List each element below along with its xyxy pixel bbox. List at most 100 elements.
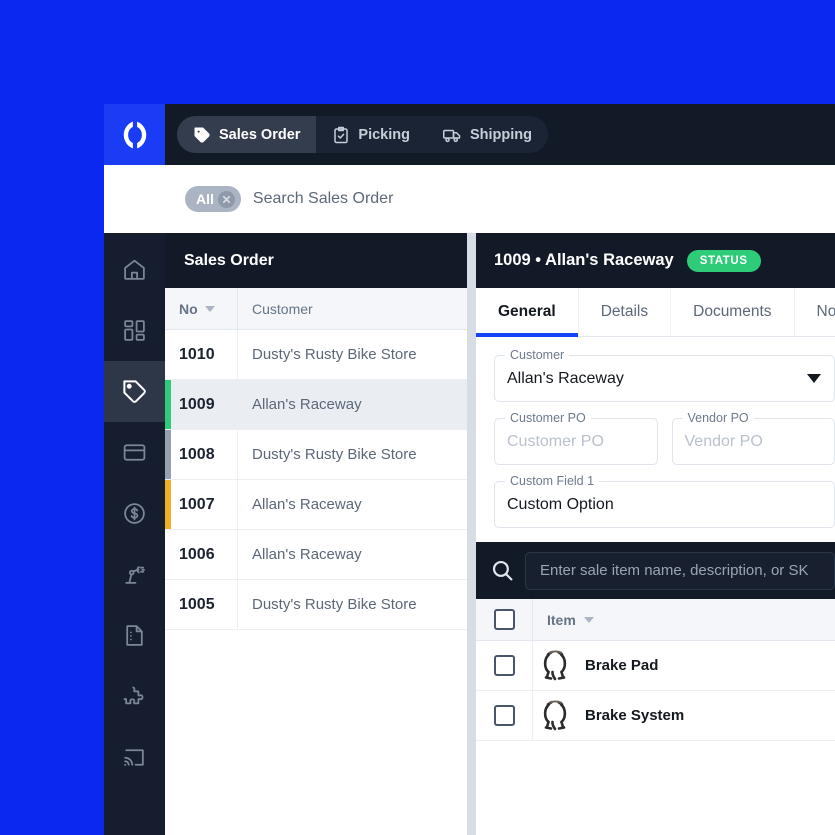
tag-icon bbox=[123, 380, 146, 403]
row-status-flag bbox=[165, 380, 171, 429]
close-icon[interactable] bbox=[217, 190, 235, 208]
item-search-bar: Enter sale item name, description, or SK bbox=[476, 542, 835, 599]
row-checkbox[interactable] bbox=[476, 705, 532, 726]
robot-arm-icon bbox=[125, 566, 145, 584]
search-icon[interactable] bbox=[490, 558, 515, 583]
truck-icon bbox=[443, 129, 461, 142]
screen: Sales Order Picking Shipping All Search … bbox=[0, 0, 835, 835]
sidebar-item-dashboard[interactable] bbox=[104, 300, 165, 361]
tab-sales-order-label: Sales Order bbox=[219, 126, 301, 143]
puzzle-icon bbox=[123, 686, 144, 705]
sidebar-item-cast[interactable] bbox=[104, 727, 165, 788]
dollar-circle-icon bbox=[124, 503, 145, 524]
customer-field-value: Allan's Raceway bbox=[507, 369, 624, 387]
chevron-down-icon bbox=[204, 305, 215, 312]
tab-shipping-label: Shipping bbox=[470, 126, 533, 143]
select-all-checkbox[interactable] bbox=[476, 609, 532, 630]
chevron-down-icon bbox=[583, 616, 594, 623]
row-order-number: 1007 bbox=[179, 495, 215, 513]
app-logo[interactable] bbox=[104, 104, 165, 165]
status-badge: STATUS bbox=[686, 249, 761, 272]
list-pane-title: Sales Order bbox=[165, 233, 467, 288]
tab-documents[interactable]: Documents bbox=[671, 288, 795, 336]
item-search-input[interactable]: Enter sale item name, description, or SK bbox=[525, 551, 835, 590]
sidebar-item-documents[interactable] bbox=[104, 605, 165, 666]
tab-label: Documents bbox=[693, 303, 772, 320]
sidebar-item-home[interactable] bbox=[104, 239, 165, 300]
sidebar-item-finance[interactable] bbox=[104, 483, 165, 544]
dashboard-grid-icon bbox=[124, 320, 145, 341]
search-input[interactable]: All Search Sales Order bbox=[175, 165, 835, 233]
logo-icon bbox=[123, 121, 146, 148]
tab-label: General bbox=[498, 303, 556, 320]
column-header-no[interactable]: No bbox=[165, 301, 237, 317]
tab-sales-order[interactable]: Sales Order bbox=[177, 116, 317, 153]
detail-header: 1009 • Allan's Raceway STATUS bbox=[476, 233, 835, 288]
item-name: Brake Pad bbox=[585, 657, 659, 674]
table-row[interactable]: 1007 Allan's Raceway bbox=[165, 480, 467, 530]
clipboard-check-icon bbox=[334, 126, 349, 143]
table-row[interactable]: 1008 Dusty's Rusty Bike Store bbox=[165, 430, 467, 480]
row-item-cell: Brake System bbox=[532, 691, 835, 740]
item-search-placeholder: Enter sale item name, description, or SK bbox=[540, 562, 809, 579]
column-header-customer[interactable]: Customer bbox=[237, 288, 313, 329]
row-customer-name: Allan's Raceway bbox=[237, 530, 467, 579]
tab-general[interactable]: General bbox=[476, 288, 579, 337]
row-customer-name: Dusty's Rusty Bike Store bbox=[237, 580, 467, 629]
column-header-item-label: Item bbox=[547, 611, 576, 628]
sidebar-item-integrations[interactable] bbox=[104, 666, 165, 727]
row-customer-name: Allan's Raceway bbox=[237, 380, 467, 429]
item-name: Brake System bbox=[585, 707, 685, 724]
vendor-po-field-label: Vendor PO bbox=[682, 411, 754, 425]
search-filter-chip[interactable]: All bbox=[185, 186, 241, 212]
cast-icon bbox=[124, 749, 144, 766]
tab-shipping[interactable]: Shipping bbox=[426, 116, 548, 153]
tab-label: Details bbox=[600, 303, 649, 320]
sidebar-item-sales[interactable] bbox=[104, 361, 165, 422]
tab-picking[interactable]: Picking bbox=[316, 116, 426, 153]
custom-field-1[interactable]: Custom Field 1 Custom Option bbox=[494, 474, 835, 528]
tab-notes[interactable]: Notes bbox=[795, 288, 835, 336]
customer-field[interactable]: Customer Allan's Raceway bbox=[494, 348, 835, 402]
top-bar: Sales Order Picking Shipping bbox=[104, 104, 835, 165]
credit-card-icon bbox=[123, 444, 146, 461]
detail-header-title: 1009 • Allan's Raceway bbox=[494, 251, 674, 269]
table-row[interactable]: 1005 Dusty's Rusty Bike Store bbox=[165, 580, 467, 630]
vendor-po-field[interactable]: Vendor PO Vendor PO bbox=[671, 411, 835, 465]
list-column-header: No Customer bbox=[165, 288, 467, 330]
checkbox-glyph bbox=[493, 655, 515, 676]
column-header-item[interactable]: Item bbox=[532, 599, 835, 640]
detail-tab-bar: General Details Documents Notes bbox=[476, 288, 835, 337]
table-row[interactable]: 1009 Allan's Raceway bbox=[165, 380, 467, 430]
customer-po-field[interactable]: Customer PO Customer PO bbox=[494, 411, 658, 465]
table-row[interactable]: Brake Pad bbox=[476, 641, 835, 691]
row-customer-name: Dusty's Rusty Bike Store bbox=[237, 330, 467, 379]
table-row[interactable]: 1010 Dusty's Rusty Bike Store bbox=[165, 330, 467, 380]
row-order-number: 1006 bbox=[179, 545, 215, 563]
search-filter-chip-label: All bbox=[196, 191, 214, 207]
customer-po-field-placeholder: Customer PO bbox=[507, 432, 604, 450]
checkbox-glyph bbox=[493, 609, 515, 630]
sales-order-list: 1010 Dusty's Rusty Bike Store 1009 Allan's … bbox=[165, 330, 467, 630]
table-row[interactable]: 1006 Allan's Raceway bbox=[165, 530, 467, 580]
brake-caliper-icon bbox=[543, 700, 567, 730]
tab-label: Notes bbox=[816, 303, 835, 320]
tab-details[interactable]: Details bbox=[579, 288, 672, 336]
document-icon bbox=[126, 625, 143, 646]
table-row[interactable]: Brake System bbox=[476, 691, 835, 741]
tag-icon bbox=[194, 127, 210, 143]
close-x-glyph bbox=[222, 195, 230, 203]
vendor-po-field-placeholder: Vendor PO bbox=[684, 432, 763, 450]
row-status-flag bbox=[165, 430, 171, 479]
row-order-number: 1009 bbox=[179, 395, 215, 413]
row-checkbox[interactable] bbox=[476, 655, 532, 676]
sidebar-item-payments[interactable] bbox=[104, 422, 165, 483]
chevron-down-icon[interactable] bbox=[807, 374, 821, 383]
sales-order-detail-pane: 1009 • Allan's Raceway STATUS General Det… bbox=[476, 233, 835, 835]
sidebar-item-production[interactable] bbox=[104, 544, 165, 605]
column-header-no-label: No bbox=[179, 300, 198, 317]
panes: Sales Order No Customer 1010 Dusty's Rust… bbox=[165, 233, 835, 835]
custom-field-1-value: Custom Option bbox=[507, 495, 614, 513]
sales-order-list-pane: Sales Order No Customer 1010 Dusty's Rust… bbox=[165, 233, 467, 835]
brake-caliper-icon bbox=[543, 650, 567, 680]
